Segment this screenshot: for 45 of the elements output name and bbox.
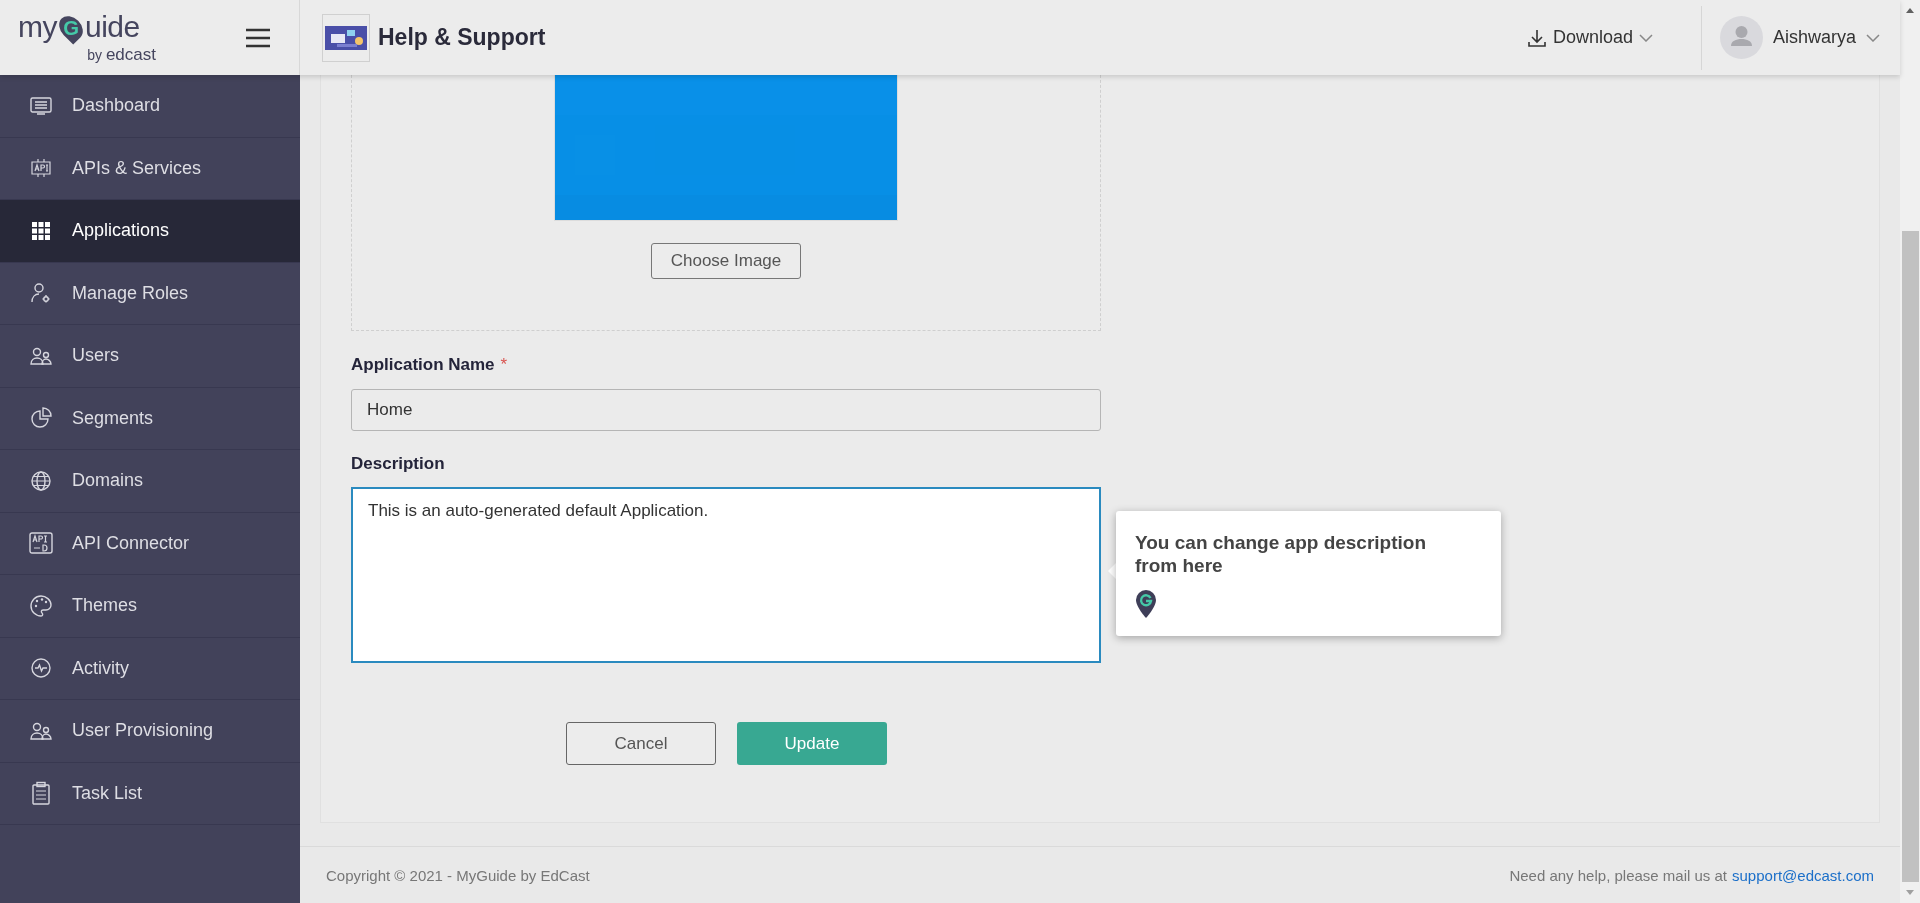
menu-icon[interactable] (245, 27, 271, 48)
logo-text: uide (85, 10, 140, 43)
users-icon (30, 721, 52, 740)
pie-chart-icon (30, 407, 52, 430)
chevron-icon (1638, 33, 1653, 42)
sidebar-item[interactable]: Segments (0, 387, 300, 450)
globe-icon (30, 469, 52, 492)
users-icon (30, 346, 52, 365)
choose-image-button[interactable]: Choose Image (651, 243, 801, 279)
cancel-button[interactable]: Cancel (566, 722, 716, 765)
tooltip-text: You can change app description from here (1135, 531, 1428, 577)
sidebar-item[interactable]: Manage Roles (0, 262, 300, 325)
palette-icon (29, 593, 53, 618)
pin-icon (1135, 589, 1157, 619)
sidebar-item[interactable]: API Connector (0, 512, 300, 575)
monitor-icon (30, 95, 52, 116)
logo-byline: by edcast (87, 44, 156, 65)
sidebar-item[interactable]: Applications (0, 200, 300, 263)
chevron-icon (1866, 33, 1880, 42)
page-title: Help & Support (378, 24, 546, 51)
sidebar-item[interactable]: Domains (0, 450, 300, 513)
activity-icon (30, 657, 52, 680)
email-link[interactable]: support@edcast.com (1732, 866, 1874, 884)
user-gear-icon (30, 282, 52, 305)
avatar-icon (1719, 16, 1763, 59)
copyright-text: Copyright © 2021 - MyGuide by EdCast (326, 866, 590, 884)
download-icon (1526, 27, 1547, 48)
description-field[interactable]: This is an auto-generated default Application. (351, 487, 1101, 663)
help-text: Need any help, please mail us at (1509, 866, 1728, 884)
sidebar-item[interactable]: Dashboard (0, 75, 300, 138)
api-icon (30, 158, 52, 179)
api-connector-icon (29, 532, 53, 555)
grid-icon (31, 220, 51, 241)
sidebar-item[interactable]: Activity (0, 637, 300, 700)
sidebar-item[interactable]: Themes (0, 575, 300, 638)
input-field[interactable]: Home (351, 389, 1101, 431)
clipboard-icon (31, 781, 51, 806)
download-button[interactable]: Download (1526, 27, 1701, 48)
sidebar-item[interactable]: Users (0, 325, 300, 388)
field-label: Application Name (351, 355, 495, 375)
user-menu[interactable]: Aishwarya (1701, 16, 1900, 59)
required-mark: * (500, 355, 508, 375)
field-label: Description (351, 454, 445, 474)
sidebar-item[interactable]: User Provisioning (0, 700, 300, 763)
sidebar-item[interactable]: Task List (0, 762, 300, 825)
